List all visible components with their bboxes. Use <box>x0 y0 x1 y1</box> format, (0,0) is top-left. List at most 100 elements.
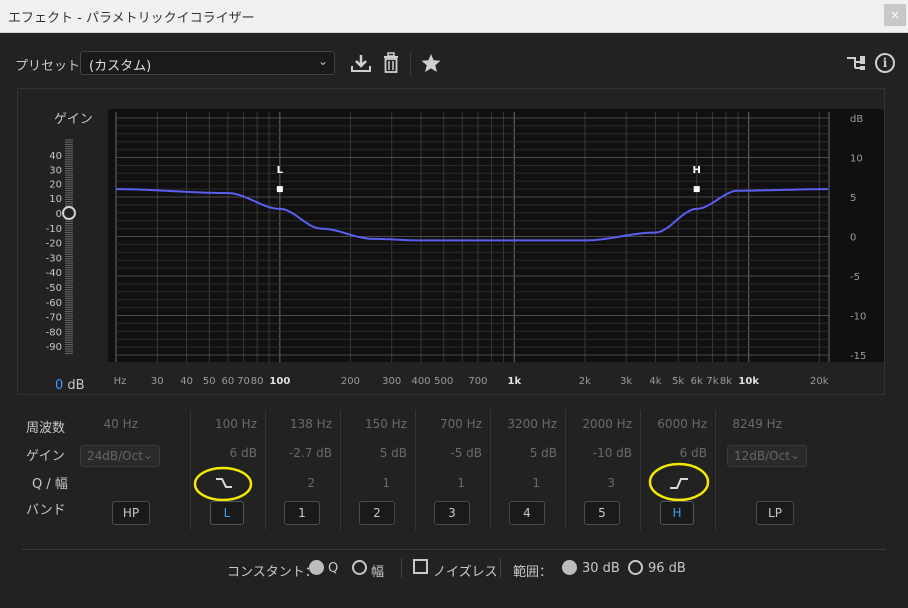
band-3-gain[interactable]: -5 dB <box>450 446 482 460</box>
range-30db-label: 30 dB <box>582 561 620 576</box>
band-h-frequency[interactable]: 6000 Hz <box>657 417 707 431</box>
chevron-down-icon: ⌄ <box>789 448 800 462</box>
band-high-shelf: 6000 Hz 6 dB H <box>640 405 715 530</box>
row-label-band: バンド <box>26 503 66 518</box>
frequency-tick-label: 500 <box>434 376 453 387</box>
band-h-gain-value: 6 <box>679 446 688 460</box>
band-l-frequency-unit: Hz <box>241 417 257 431</box>
band-h-gain[interactable]: 6 dB <box>680 446 707 460</box>
gain-tick-label: 5 <box>850 193 856 204</box>
band-3-q[interactable]: 1 <box>457 476 465 490</box>
band-l-button[interactable]: L <box>210 501 244 525</box>
frequency-tick-label: 50 <box>203 376 216 387</box>
band-4-gain[interactable]: 5 dB <box>530 446 557 460</box>
high-shelf-icon <box>670 478 688 489</box>
frequency-tick-label: 40 <box>180 376 193 387</box>
frequency-tick-label: 2k <box>579 376 591 387</box>
band-2-frequency[interactable]: 150 Hz <box>365 417 407 431</box>
band-2: 150 Hz 5 dB 1 2 <box>340 405 415 530</box>
range-96db-radio[interactable] <box>628 560 643 575</box>
row-label-gain: ゲイン <box>26 449 65 464</box>
range-96db-label: 96 dB <box>648 561 686 576</box>
frequency-tick-label: 200 <box>341 376 360 387</box>
footer-options: コンスタント： Q 幅 ノイズレス 範囲： 30 dB 96 dB <box>0 558 908 582</box>
frequency-tick-label: 3k <box>620 376 632 387</box>
band-1-gain[interactable]: -2.7 dB <box>289 446 332 460</box>
band-lp-button[interactable]: LP <box>756 501 794 525</box>
annotation-highlight <box>193 466 253 502</box>
band-5-gain[interactable]: -10 dB <box>593 446 632 460</box>
band-h-frequency-value: 6000 <box>657 417 688 431</box>
frequency-tick-label: 7k <box>706 376 718 387</box>
master-gain-readout: 0 dB <box>55 378 85 393</box>
band-lp-frequency[interactable]: 8249 Hz <box>732 417 782 431</box>
footer-separator <box>500 558 501 578</box>
band-4: 3200 Hz 5 dB 1 4 <box>490 405 565 530</box>
frequency-tick-label: 60 <box>221 376 234 387</box>
gain-tick-label: -5 <box>850 272 860 283</box>
band-2-button[interactable]: 2 <box>359 501 395 525</box>
band-l-frequency[interactable]: 100 Hz <box>215 417 257 431</box>
noiseless-label: ノイズレス <box>433 565 498 580</box>
band-4-q[interactable]: 1 <box>532 476 540 490</box>
constant-q-radio[interactable] <box>309 560 324 575</box>
gain-tick-label: -15 <box>850 351 866 362</box>
frequency-tick-label: 6k <box>691 376 703 387</box>
band-1-q[interactable]: 2 <box>307 476 315 490</box>
band-h-button[interactable]: H <box>660 501 694 525</box>
gain-tick-label: 0 <box>850 233 856 244</box>
band-controls: 周波数 ゲイン Q / 幅 バンド 40 Hz 24dB/Oct ⌄ HP 10… <box>0 405 908 535</box>
band-1-frequency[interactable]: 138 Hz <box>290 417 332 431</box>
footer-separator <box>401 558 402 578</box>
band-l-gain-unit: dB <box>241 446 257 460</box>
band-hp-slope-dropdown[interactable]: 24dB/Oct ⌄ <box>80 445 160 467</box>
frequency-tick-label: 8k <box>720 376 732 387</box>
band-lp-slope-dropdown[interactable]: 12dB/Oct ⌄ <box>727 445 807 467</box>
range-label: 範囲： <box>513 565 553 580</box>
gain-tick-label: -10 <box>850 312 866 323</box>
band-h-marker-handle <box>693 186 700 193</box>
band-h-frequency-unit: Hz <box>691 417 707 431</box>
band-5: 2000 Hz -10 dB 3 5 <box>565 405 640 530</box>
frequency-tick-label: 5k <box>672 376 684 387</box>
band-marker-label: L <box>277 165 284 176</box>
band-4-frequency[interactable]: 3200 Hz <box>507 417 557 431</box>
footer-divider <box>22 549 886 550</box>
row-label-frequency: 周波数 <box>26 421 66 436</box>
noiseless-checkbox[interactable] <box>413 559 428 574</box>
low-shelf-icon <box>216 478 232 488</box>
band-3-frequency[interactable]: 700 Hz <box>440 417 482 431</box>
band-5-button[interactable]: 5 <box>584 501 620 525</box>
range-30db-radio[interactable] <box>562 560 577 575</box>
band-lp: 8249 Hz 12dB/Oct ⌄ LP <box>715 405 830 530</box>
band-l-shelf-type[interactable] <box>192 465 254 503</box>
band-1-button[interactable]: 1 <box>284 501 320 525</box>
band-2-q[interactable]: 1 <box>382 476 390 490</box>
band-hp-button[interactable]: HP <box>112 501 150 525</box>
chevron-down-icon: ⌄ <box>142 448 153 462</box>
constant-width-label: 幅 <box>371 565 385 580</box>
band-5-q[interactable]: 3 <box>607 476 615 490</box>
master-gain-value[interactable]: 0 <box>55 378 63 393</box>
band-l-gain-value: 6 <box>229 446 238 460</box>
frequency-tick-label: 4k <box>649 376 661 387</box>
constant-label: コンスタント： <box>227 565 318 580</box>
band-hp: 40 Hz 24dB/Oct ⌄ HP <box>75 405 190 530</box>
band-hp-frequency[interactable]: 40 Hz <box>104 417 138 431</box>
gain-tick-label: 10 <box>850 154 863 165</box>
row-label-q: Q / 幅 <box>32 477 68 492</box>
master-gain-unit: dB <box>67 378 85 393</box>
gain-tick-label: dB <box>850 114 863 125</box>
constant-width-radio[interactable] <box>352 560 367 575</box>
band-l-gain[interactable]: 6 dB <box>230 446 257 460</box>
constant-q-label: Q <box>328 561 339 576</box>
band-2-gain[interactable]: 5 dB <box>380 446 407 460</box>
band-low-shelf: 100 Hz 6 dB L <box>190 405 265 530</box>
band-4-button[interactable]: 4 <box>509 501 545 525</box>
frequency-tick-label: 700 <box>468 376 487 387</box>
frequency-tick-label: 300 <box>382 376 401 387</box>
band-3-button[interactable]: 3 <box>434 501 470 525</box>
band-h-shelf-type[interactable] <box>647 461 711 503</box>
band-3: 700 Hz -5 dB 1 3 <box>415 405 490 530</box>
band-5-frequency[interactable]: 2000 Hz <box>582 417 632 431</box>
